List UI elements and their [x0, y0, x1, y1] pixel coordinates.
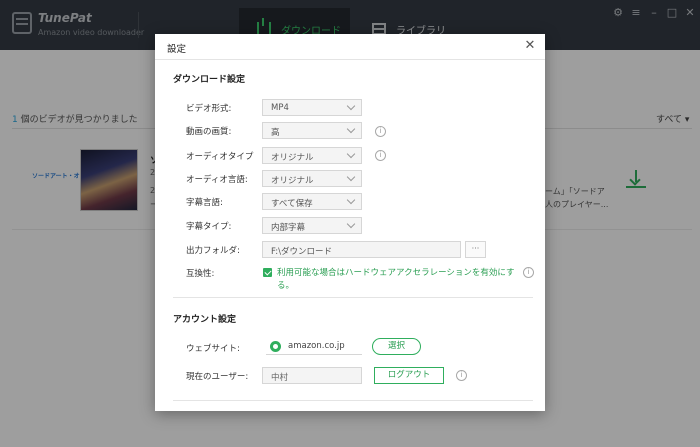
- video-quality-label: 動画の画質:: [186, 127, 232, 137]
- compatibility-label: 互換性:: [186, 269, 215, 279]
- video-quality-select[interactable]: 高: [262, 122, 362, 139]
- chevron-down-icon: [346, 195, 356, 205]
- settings-dialog: 設定 ✕ ダウンロード設定 ビデオ形式: MP4 動画の画質: 高 i オーディ…: [155, 34, 545, 411]
- dialog-footer-divider: [173, 400, 533, 401]
- video-quality-value: 高: [271, 128, 280, 138]
- output-folder-input[interactable]: F:\ダウンロード: [262, 241, 461, 258]
- hardware-accel-checkbox[interactable]: [263, 268, 272, 277]
- dialog-header: 設定 ✕: [155, 34, 545, 60]
- info-icon[interactable]: i: [375, 150, 386, 161]
- website-field: amazon.co.jp: [266, 339, 362, 355]
- dialog-title: 設定: [167, 44, 187, 55]
- current-user-label: 現在のユーザー:: [186, 372, 249, 382]
- account-settings-heading: アカウント設定: [173, 315, 237, 325]
- info-icon[interactable]: i: [523, 267, 534, 278]
- select-site-button[interactable]: 選択: [372, 338, 421, 355]
- chevron-down-icon: [346, 219, 356, 229]
- subtitle-type-select[interactable]: 内部字幕: [262, 217, 362, 234]
- download-settings-heading: ダウンロード設定: [173, 75, 246, 85]
- section-divider: [173, 297, 533, 298]
- chevron-down-icon: [346, 149, 356, 159]
- audio-language-value: オリジナル: [271, 176, 314, 186]
- audio-language-label: オーディオ言語:: [186, 175, 248, 185]
- subtitle-type-label: 字幕タイプ:: [186, 222, 232, 232]
- audio-type-select[interactable]: オリジナル: [262, 147, 362, 164]
- hardware-accel-text: 利用可能な場合はハードウェアアクセラレーションを有効にする。: [277, 268, 515, 291]
- audio-type-value: オリジナル: [271, 153, 314, 163]
- info-icon[interactable]: i: [456, 370, 467, 381]
- website-value: amazon.co.jp: [288, 341, 345, 351]
- close-icon[interactable]: ✕: [523, 38, 537, 53]
- output-folder-label: 出力フォルダ:: [186, 246, 240, 256]
- logout-button[interactable]: ログアウト: [374, 367, 444, 384]
- current-user-field: 中村: [262, 367, 362, 384]
- chevron-down-icon: [346, 124, 356, 134]
- globe-icon: [270, 341, 281, 352]
- chevron-down-icon: [346, 172, 356, 182]
- subtitle-language-select[interactable]: すべて保存: [262, 193, 362, 210]
- video-format-value: MP4: [271, 103, 289, 113]
- audio-type-label: オーディオタイプ: [186, 152, 254, 162]
- audio-language-select[interactable]: オリジナル: [262, 170, 362, 187]
- subtitle-language-value: すべて保存: [271, 199, 313, 209]
- browse-folder-button[interactable]: ···: [465, 241, 486, 258]
- subtitle-type-value: 内部字幕: [271, 223, 306, 233]
- website-label: ウェブサイト:: [186, 344, 240, 354]
- subtitle-language-label: 字幕言語:: [186, 198, 223, 208]
- video-format-label: ビデオ形式:: [186, 104, 232, 114]
- chevron-down-icon: [346, 101, 356, 111]
- info-icon[interactable]: i: [375, 126, 386, 137]
- video-format-select[interactable]: MP4: [262, 99, 362, 116]
